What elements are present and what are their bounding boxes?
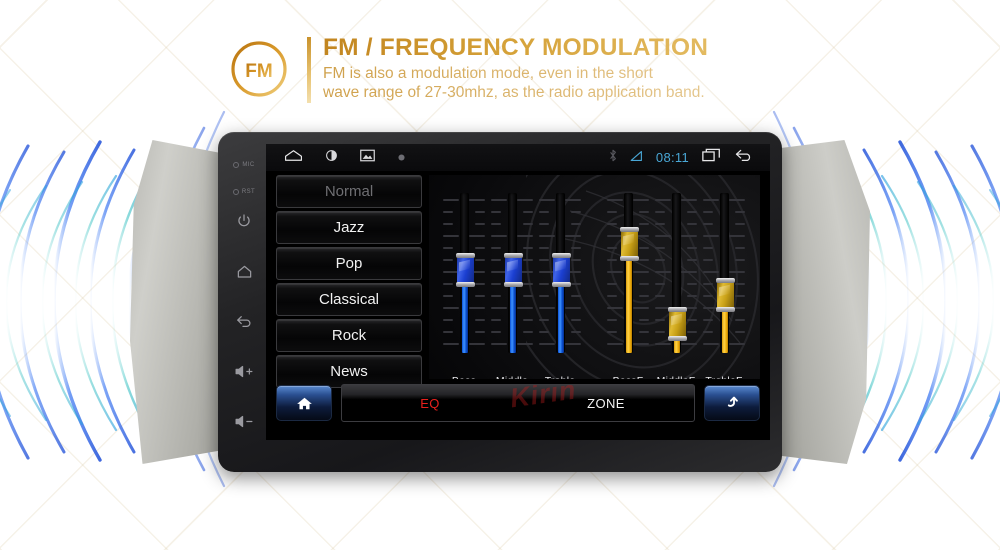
back-key[interactable] — [235, 314, 253, 334]
slider-knob[interactable] — [619, 227, 639, 262]
page-title: FM / FREQUENCY MODULATION — [323, 33, 753, 63]
volume-up-icon — [235, 365, 253, 378]
mic-indicator: MIC — [233, 162, 254, 168]
preset-rock[interactable]: Rock — [276, 319, 422, 352]
page-subtitle: FM is also a modulation mode, even in th… — [323, 65, 753, 102]
page-subtitle-line-2: wave range of 27-30mhz, as the radio app… — [323, 83, 705, 101]
volume-up-key[interactable] — [234, 364, 254, 384]
hardware-key-column: MIC RST — [224, 140, 264, 464]
slider-knob[interactable] — [551, 252, 571, 287]
back-button[interactable] — [704, 385, 760, 421]
status-dot-icon[interactable] — [397, 149, 406, 167]
slider-knob[interactable] — [715, 278, 735, 313]
device-bezel: MIC RST 08:11 Normal Jazz Pop Classical … — [218, 132, 782, 472]
status-home-icon[interactable] — [284, 149, 303, 167]
slider-knob[interactable] — [667, 307, 687, 342]
preset-label: Jazz — [333, 219, 365, 236]
car-head-unit: MIC RST 08:11 Normal Jazz Pop Classical … — [130, 132, 870, 472]
page-subtitle-line-1: FM is also a modulation mode, even in th… — [323, 65, 653, 82]
screen-bottom-bar: Kirin EQ ZONE — [276, 383, 760, 423]
home-icon — [296, 397, 312, 409]
preset-label: Pop — [335, 255, 363, 272]
recents-icon[interactable] — [702, 148, 721, 167]
back-arrow-icon — [727, 396, 738, 407]
android-status-bar: 08:11 — [266, 144, 770, 171]
page-header: FM FM / FREQUENCY MODULATION FM is also … — [228, 33, 748, 113]
home-icon — [237, 265, 251, 278]
eq-slider-group: Bass — [429, 175, 760, 379]
tab-eq[interactable]: EQ — [342, 396, 518, 411]
eq-slider-middlef[interactable]: MiddleF — [655, 193, 697, 379]
header-divider — [307, 37, 311, 103]
preset-label: Rock — [331, 327, 367, 344]
slider-knob[interactable] — [455, 252, 475, 287]
led-dot-icon — [232, 189, 239, 195]
eq-slider-bass[interactable]: Bass — [443, 193, 485, 379]
eq-screen-content: Normal Jazz Pop Classical Rock News Kiri… — [266, 171, 770, 440]
bluetooth-icon — [609, 149, 617, 167]
eq-slider-label: TrebleF — [695, 375, 753, 379]
fm-circle-icon: FM — [231, 41, 287, 97]
status-brightness-icon[interactable] — [325, 149, 338, 167]
eq-preset-list: Normal Jazz Pop Classical Rock News — [276, 175, 422, 391]
preset-label: Classical — [318, 291, 379, 308]
fm-badge-label: FM — [245, 61, 272, 82]
screenshot-canvas: FM FM / FREQUENCY MODULATION FM is also … — [0, 0, 1000, 550]
power-icon — [238, 214, 250, 227]
tick-marks — [633, 199, 649, 345]
touchscreen[interactable]: 08:11 Normal Jazz Pop Classical Rock New… — [266, 144, 770, 440]
power-key[interactable] — [236, 213, 252, 234]
preset-label: News — [330, 363, 368, 380]
status-back-icon[interactable] — [734, 148, 754, 167]
preset-classical[interactable]: Classical — [276, 283, 422, 316]
status-clock: 08:11 — [655, 150, 689, 165]
back-arrow-icon — [237, 316, 251, 327]
home-key[interactable] — [236, 264, 253, 284]
eq-slider-bassf[interactable]: BassF — [607, 193, 649, 379]
tab-zone[interactable]: ZONE — [518, 396, 694, 411]
eq-slider-treblef[interactable]: TrebleF — [703, 193, 745, 379]
tick-marks — [729, 199, 745, 345]
home-button[interactable] — [276, 385, 332, 421]
eq-slider-treble[interactable]: Treble — [539, 193, 581, 379]
slider-knob[interactable] — [503, 252, 523, 287]
status-wallpaper-icon[interactable] — [360, 149, 375, 167]
preset-pop[interactable]: Pop — [276, 247, 422, 280]
led-dot-icon — [233, 162, 240, 168]
tick-marks — [703, 199, 719, 345]
eq-slider-label: Treble — [531, 375, 589, 379]
preset-jazz[interactable]: Jazz — [276, 211, 422, 244]
volume-down-key[interactable] — [234, 414, 254, 434]
eq-zone-tab-strip[interactable]: Kirin EQ ZONE — [341, 384, 695, 422]
signal-icon — [630, 149, 643, 167]
preset-label: Normal — [324, 183, 374, 200]
reset-indicator: RST — [232, 189, 256, 195]
volume-down-icon — [235, 415, 253, 428]
equalizer-panel: Bass — [429, 175, 760, 379]
eq-slider-middle[interactable]: Middle — [491, 193, 533, 379]
reset-indicator-label: RST — [241, 189, 256, 195]
mic-indicator-label: MIC — [242, 162, 255, 168]
tick-marks — [607, 199, 623, 345]
preset-normal[interactable]: Normal — [276, 175, 422, 208]
